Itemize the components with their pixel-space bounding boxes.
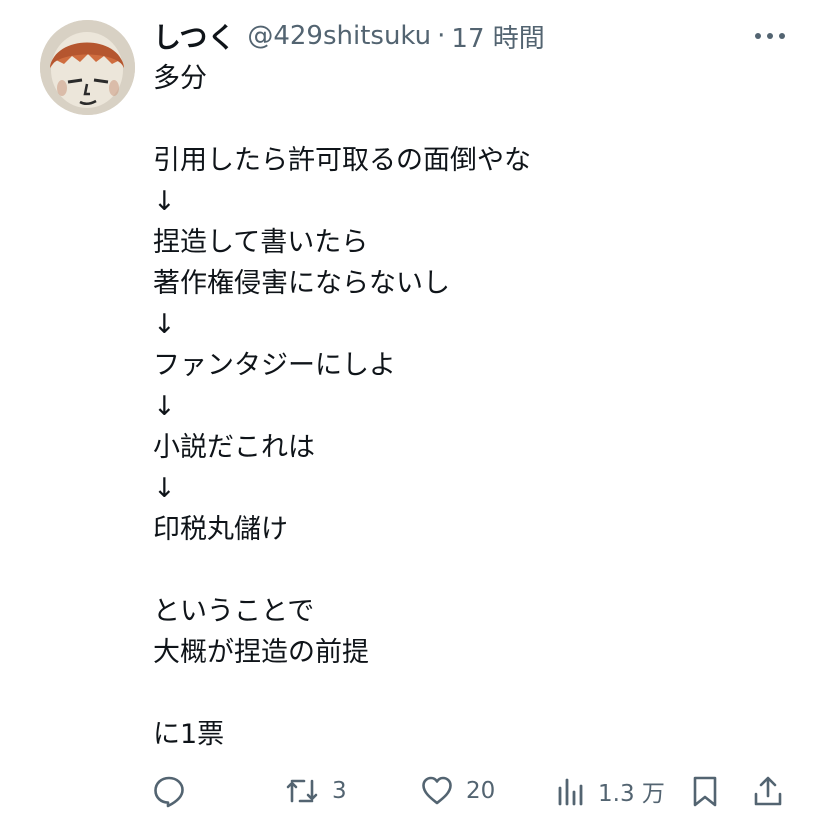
tweet-line: 大概が捏造の前提 bbox=[153, 637, 369, 668]
display-name[interactable]: しつく bbox=[153, 16, 235, 56]
bookmark-icon bbox=[690, 774, 720, 808]
retweet-icon bbox=[284, 774, 320, 808]
tweet-line: 印税丸儲け bbox=[153, 514, 288, 545]
views-button[interactable]: 1.3 万 bbox=[556, 774, 665, 808]
like-button[interactable]: 20 bbox=[420, 774, 495, 808]
tweet-line: 捏造して書いたら bbox=[153, 227, 369, 258]
tweet-line: ↓ bbox=[153, 391, 176, 422]
share-icon bbox=[752, 774, 784, 808]
reply-icon bbox=[152, 774, 186, 808]
heart-icon bbox=[420, 774, 454, 808]
tweet-line: ということで bbox=[153, 596, 315, 627]
tweet-line: 多分 bbox=[153, 63, 207, 94]
user-handle[interactable]: @429shitsuku bbox=[247, 21, 431, 51]
tweet-line: ファンタジーにしよ bbox=[153, 350, 396, 381]
bookmark-button[interactable] bbox=[690, 774, 720, 808]
tweet-line bbox=[153, 550, 793, 591]
like-count: 20 bbox=[466, 778, 496, 804]
views-count: 1.3 万 bbox=[598, 781, 665, 807]
retweet-count: 3 bbox=[332, 778, 347, 804]
tweet-line: 小説だこれは bbox=[153, 432, 315, 463]
tweet-line: に1票 bbox=[153, 719, 225, 750]
avatar[interactable] bbox=[40, 20, 135, 115]
views-icon bbox=[556, 774, 586, 808]
timestamp[interactable]: 17 時間 bbox=[451, 18, 544, 55]
tweet-line: 著作権侵害にならないし bbox=[153, 268, 450, 299]
tweet-line bbox=[153, 99, 793, 140]
tweet-line: ↓ bbox=[153, 186, 176, 217]
tweet-line: ↓ bbox=[153, 309, 176, 340]
reply-button[interactable] bbox=[152, 774, 186, 808]
separator-dot: · bbox=[437, 21, 446, 51]
tweet-text: 多分 引用したら許可取るの面倒やな ↓ 捏造して書いたら 著作権侵害にならないし… bbox=[153, 58, 793, 755]
action-bar: 3 20 1.3 万 bbox=[0, 766, 828, 816]
more-icon[interactable] bbox=[750, 24, 790, 48]
retweet-button[interactable]: 3 bbox=[284, 774, 347, 808]
tweet-line: ↓ bbox=[153, 473, 176, 504]
tweet-line: 引用したら許可取るの面倒やな bbox=[153, 145, 531, 176]
tweet-header: しつく @429shitsuku · 17 時間 bbox=[153, 16, 545, 56]
tweet-line bbox=[153, 673, 793, 714]
share-button[interactable] bbox=[752, 774, 784, 808]
